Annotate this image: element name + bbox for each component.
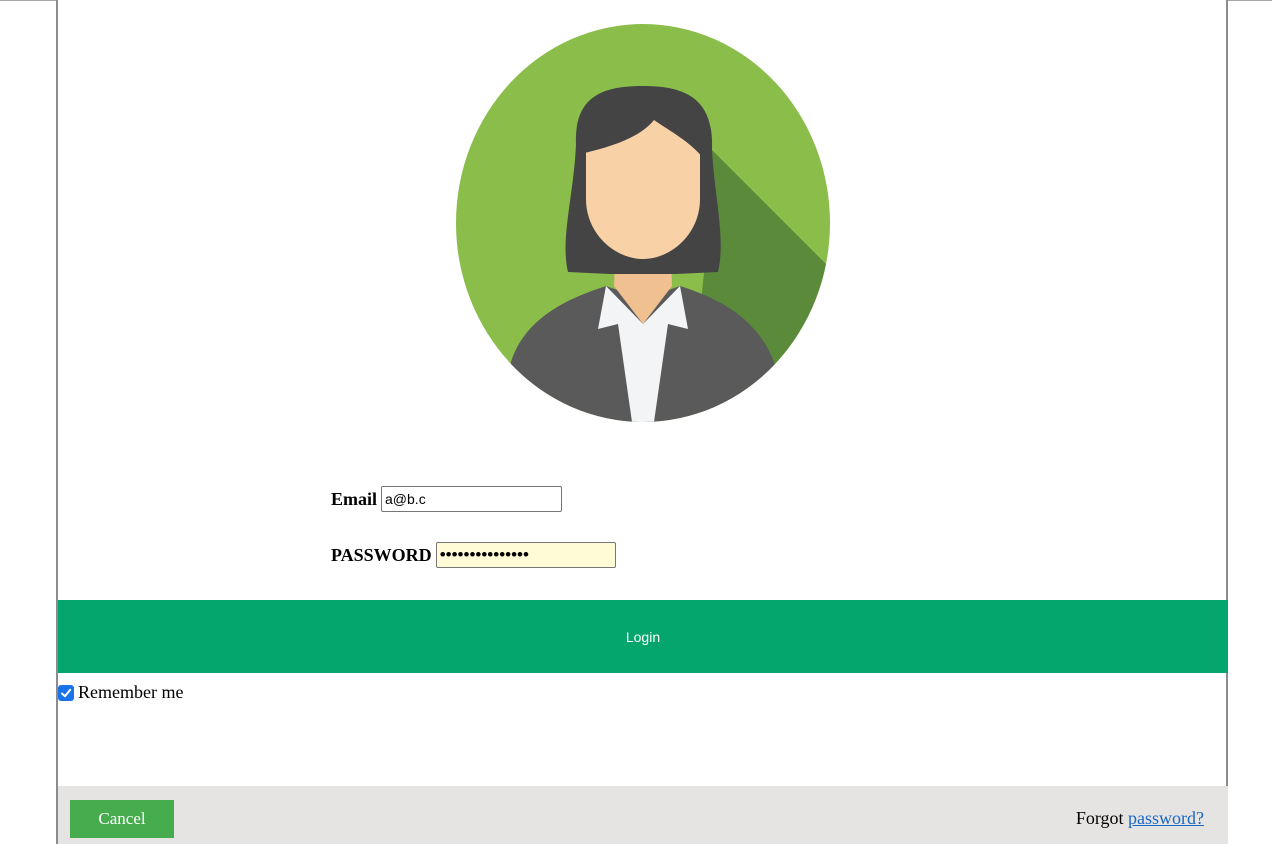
remember-me-checkbox[interactable] [58,684,74,701]
forgot-text: Forgot [1075,808,1124,828]
footer-bar: Cancel Forgot password? [58,786,1228,844]
password-row: PASSWORD [331,542,616,568]
email-row: Email [331,486,563,512]
email-label: Email [331,488,378,509]
forgot-password-link[interactable]: password? [1128,808,1204,828]
password-label: PASSWORD [331,544,432,565]
checkmark-icon [61,688,72,697]
remember-me: Remember me [58,682,183,703]
email-field[interactable] [381,486,563,512]
woman-avatar-icon [456,24,830,422]
forgot-password: Forgot password? [1076,808,1204,829]
remember-me-label: Remember me [78,682,184,702]
avatar [456,24,830,422]
password-field[interactable] [435,542,616,568]
cancel-button[interactable]: Cancel [70,800,174,838]
login-button[interactable]: Login [58,600,1228,673]
